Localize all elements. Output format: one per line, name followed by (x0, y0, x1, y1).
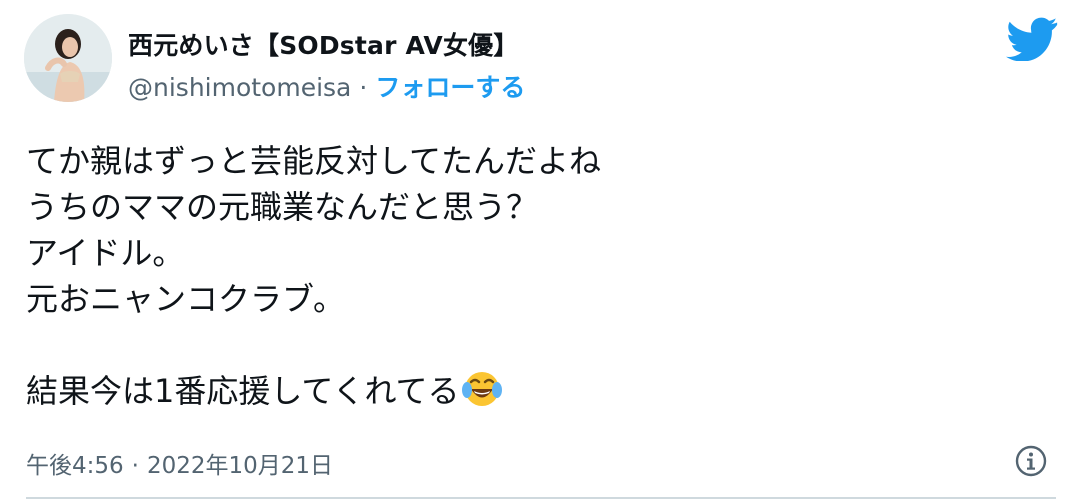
author-handle[interactable]: @nishimotomeisa (128, 73, 351, 102)
info-icon[interactable] (1014, 444, 1048, 478)
author-handle-row: @nishimotomeisa · フォローする (128, 68, 525, 104)
bottom-divider (26, 497, 1056, 499)
tweet-text: てか親はずっと芸能反対してたんだよね うちのママの元職業なんだと思う？ アイドル… (26, 138, 601, 414)
follow-button[interactable]: フォローする (375, 73, 525, 102)
tweet-line: うちのママの元職業なんだと思う？ (26, 188, 539, 226)
embedded-tweet: 西元めいさ【SODstar AV女優】 @nishimotomeisa · フォロー… (0, 0, 1070, 504)
timestamp-separator: · (131, 453, 139, 479)
tweet-time: 午後4:56 (26, 453, 124, 479)
face-with-tears-of-joy-icon (462, 372, 503, 406)
tweet-line: 結果今は1番応援してくれてる (26, 372, 460, 410)
author-display-name[interactable]: 西元めいさ【SODstar AV女優】 (128, 26, 519, 62)
tweet-line: 元おニャンコクラブ。 (26, 280, 346, 318)
tweet-line: てか親はずっと芸能反対してたんだよね (26, 142, 602, 180)
twitter-bird-icon[interactable] (1006, 17, 1058, 61)
avatar-photo (24, 14, 112, 102)
tweet-last-line: 結果今は1番応援してくれてる (26, 368, 601, 414)
tweet-date: 2022年10月21日 (146, 453, 334, 479)
avatar[interactable] (24, 14, 112, 102)
tweet-line: アイドル。 (26, 234, 185, 272)
tweet-timestamp[interactable]: 午後4:56 · 2022年10月21日 (26, 446, 333, 480)
handle-separator: · (359, 73, 368, 102)
